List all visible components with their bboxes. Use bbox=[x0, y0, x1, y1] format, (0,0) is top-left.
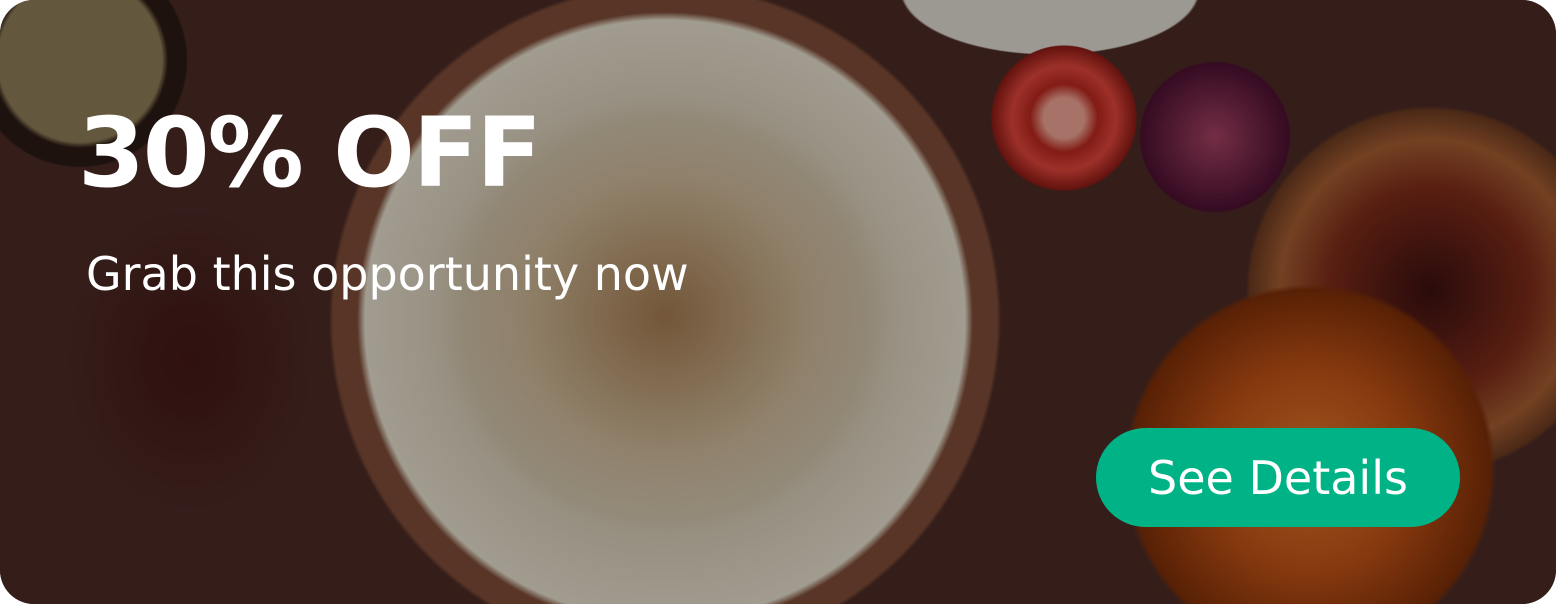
discount-title: 30% OFF bbox=[78, 97, 542, 209]
see-details-button[interactable]: See Details bbox=[1096, 428, 1460, 527]
promo-banner[interactable]: 30% OFF Grab this opportunity now See De… bbox=[0, 0, 1556, 604]
promo-subtitle: Grab this opportunity now bbox=[86, 247, 689, 301]
